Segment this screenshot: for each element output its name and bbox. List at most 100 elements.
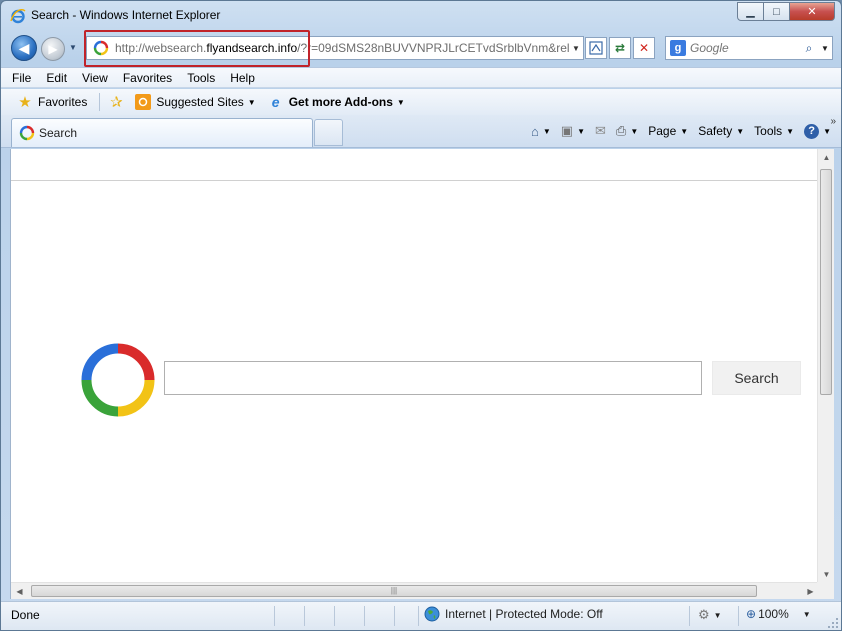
search-input[interactable] [164, 361, 702, 395]
status-separator [738, 606, 739, 626]
search-icon[interactable]: ⌕ [800, 41, 818, 56]
safety-menu-button[interactable]: Safety ▼ [698, 124, 744, 138]
stop-button[interactable]: ✕ [633, 37, 655, 59]
vertical-scroll-thumb[interactable] [820, 169, 832, 395]
chevron-down-icon: ▼ [736, 126, 745, 136]
menu-help[interactable]: Help [230, 71, 255, 85]
search-button[interactable]: Search [712, 361, 801, 395]
suggested-sites-button[interactable]: Suggested Sites ▼ [135, 94, 256, 110]
new-tab-button[interactable] [314, 119, 343, 146]
compatibility-view-button[interactable] [585, 37, 607, 59]
tools-menu-button[interactable]: Tools ▼ [754, 124, 794, 138]
resize-grip-icon[interactable] [827, 617, 839, 629]
suggested-sites-icon [135, 94, 152, 110]
title-bar: Search - Windows Internet Explorer ▁ □ ✕ [1, 1, 841, 31]
get-more-addons-label: Get more Add-ons [288, 95, 393, 109]
close-button[interactable]: ✕ [790, 2, 835, 21]
get-more-addons-button[interactable]: e Get more Add-ons ▼ [268, 94, 405, 110]
tab-label: Search [39, 126, 78, 140]
recent-pages-dropdown[interactable]: ▼ [69, 43, 77, 52]
search-logo-icon [81, 343, 155, 417]
star-icon: ★ [18, 94, 32, 111]
more-commands-icon[interactable]: » [830, 116, 836, 127]
help-icon: ? [804, 123, 820, 139]
home-icon: ⌂ [531, 123, 539, 139]
site-favicon-icon [19, 125, 35, 141]
menu-view[interactable]: View [82, 71, 108, 85]
print-button[interactable]: ⎙ ▼ [616, 123, 638, 139]
chevron-down-icon: ▼ [713, 610, 722, 620]
horizontal-scroll-thumb[interactable]: ||| [31, 585, 757, 597]
internet-explorer-icon [10, 9, 26, 24]
status-separator [274, 606, 275, 626]
chevron-down-icon: ▼ [247, 97, 256, 107]
address-bar[interactable]: http://websearch.flyandsearch.info/?r=09… [86, 36, 584, 60]
menu-edit[interactable]: Edit [46, 71, 67, 85]
menu-favorites[interactable]: Favorites [123, 71, 172, 85]
security-zone[interactable]: Internet | Protected Mode: Off [424, 606, 603, 622]
scroll-down-icon[interactable]: ▼ [818, 566, 835, 583]
url-rest: /?r=09dSMS28nBUVVNPRJLrCETvdSrblbVnm&rel… [297, 41, 569, 55]
status-separator [304, 606, 305, 626]
chevron-down-icon: ▼ [542, 126, 551, 136]
rss-icon: ▣ [560, 123, 574, 138]
search-options-dropdown-icon[interactable]: ▼ [818, 44, 832, 53]
browser-search-box[interactable]: g ⌕ ▼ [665, 36, 833, 60]
menu-bar: File Edit View Favorites Tools Help [1, 67, 841, 88]
chevron-down-icon: ▼ [630, 126, 639, 136]
address-dropdown-icon[interactable]: ▼ [569, 44, 583, 53]
home-button[interactable]: ⌂ ▼ [531, 124, 551, 139]
security-zone-text: Internet | Protected Mode: Off [445, 607, 603, 621]
address-url[interactable]: http://websearch.flyandsearch.info/?r=09… [115, 41, 569, 55]
printer-icon: ⎙ [615, 123, 627, 138]
minimize-button[interactable]: ▁ [737, 2, 764, 21]
status-separator [689, 606, 690, 626]
zoom-button[interactable]: ⊕ 100% ▼ [746, 607, 811, 621]
safety-menu-label: Safety [698, 124, 733, 138]
menu-file[interactable]: File [12, 71, 31, 85]
menu-tools[interactable]: Tools [187, 71, 215, 85]
chevron-down-icon: ▼ [396, 97, 405, 107]
help-menu-button[interactable]: ? ▼ [804, 123, 831, 139]
compatibility-view-icon [589, 41, 603, 55]
suggested-sites-label: Suggested Sites [156, 95, 244, 109]
add-to-favorites-bar-button[interactable]: ✰ [108, 94, 129, 111]
protected-mode-button[interactable]: ⚙ ▼ [698, 607, 722, 623]
forward-button[interactable]: ▶ [41, 37, 65, 61]
maximize-button[interactable]: □ [764, 2, 790, 21]
vertical-scrollbar[interactable]: ▲ ▼ [817, 149, 834, 583]
status-separator [334, 606, 335, 626]
zoom-icon: ⊕ [746, 607, 757, 621]
read-mail-button[interactable]: ✉ [595, 123, 606, 139]
refresh-button[interactable]: ⇄ [609, 37, 631, 59]
shield-icon: ⚙ [698, 607, 710, 622]
horizontal-scrollbar[interactable]: ◀ ||| ▶ [11, 582, 819, 599]
browser-search-input[interactable] [690, 41, 800, 55]
minimize-icon: ▁ [746, 6, 755, 18]
favorites-button[interactable]: ★ Favorites [17, 94, 87, 111]
globe-icon [424, 606, 440, 622]
maximize-icon: □ [773, 5, 780, 18]
tab-search[interactable]: Search [11, 118, 313, 147]
favorites-separator [99, 93, 101, 111]
stop-icon: ✕ [638, 41, 650, 55]
add-favorite-icon: ✰ [110, 94, 123, 111]
command-bar: ⌂ ▼ ▣ ▼ ✉ ⎙ ▼ Page ▼ Safety ▼ Tools ▼ ? ▼ [521, 121, 831, 141]
url-prefix: http://websearch. [115, 41, 207, 55]
page-menu-button[interactable]: Page ▼ [648, 124, 688, 138]
chevron-down-icon: ▼ [577, 126, 585, 136]
url-domain: flyandsearch.info [206, 41, 298, 55]
mail-icon: ✉ [595, 123, 606, 138]
scroll-up-icon[interactable]: ▲ [818, 149, 835, 166]
ie-page-icon: e [271, 94, 280, 110]
refresh-icon: ⇄ [614, 41, 626, 55]
page-menu-label: Page [648, 124, 677, 138]
ie-window: Search - Windows Internet Explorer ▁ □ ✕… [0, 0, 842, 631]
feeds-button[interactable]: ▣ ▼ [561, 123, 585, 139]
back-button[interactable]: ◀ [11, 35, 37, 61]
arrow-right-icon: ▶ [48, 42, 58, 56]
zoom-level: 100% [758, 607, 789, 621]
scrollbar-corner [817, 582, 834, 599]
scroll-left-icon[interactable]: ◀ [11, 583, 28, 599]
page-content: Search ▲ ▼ ◀ ||| ▶ [10, 149, 834, 599]
